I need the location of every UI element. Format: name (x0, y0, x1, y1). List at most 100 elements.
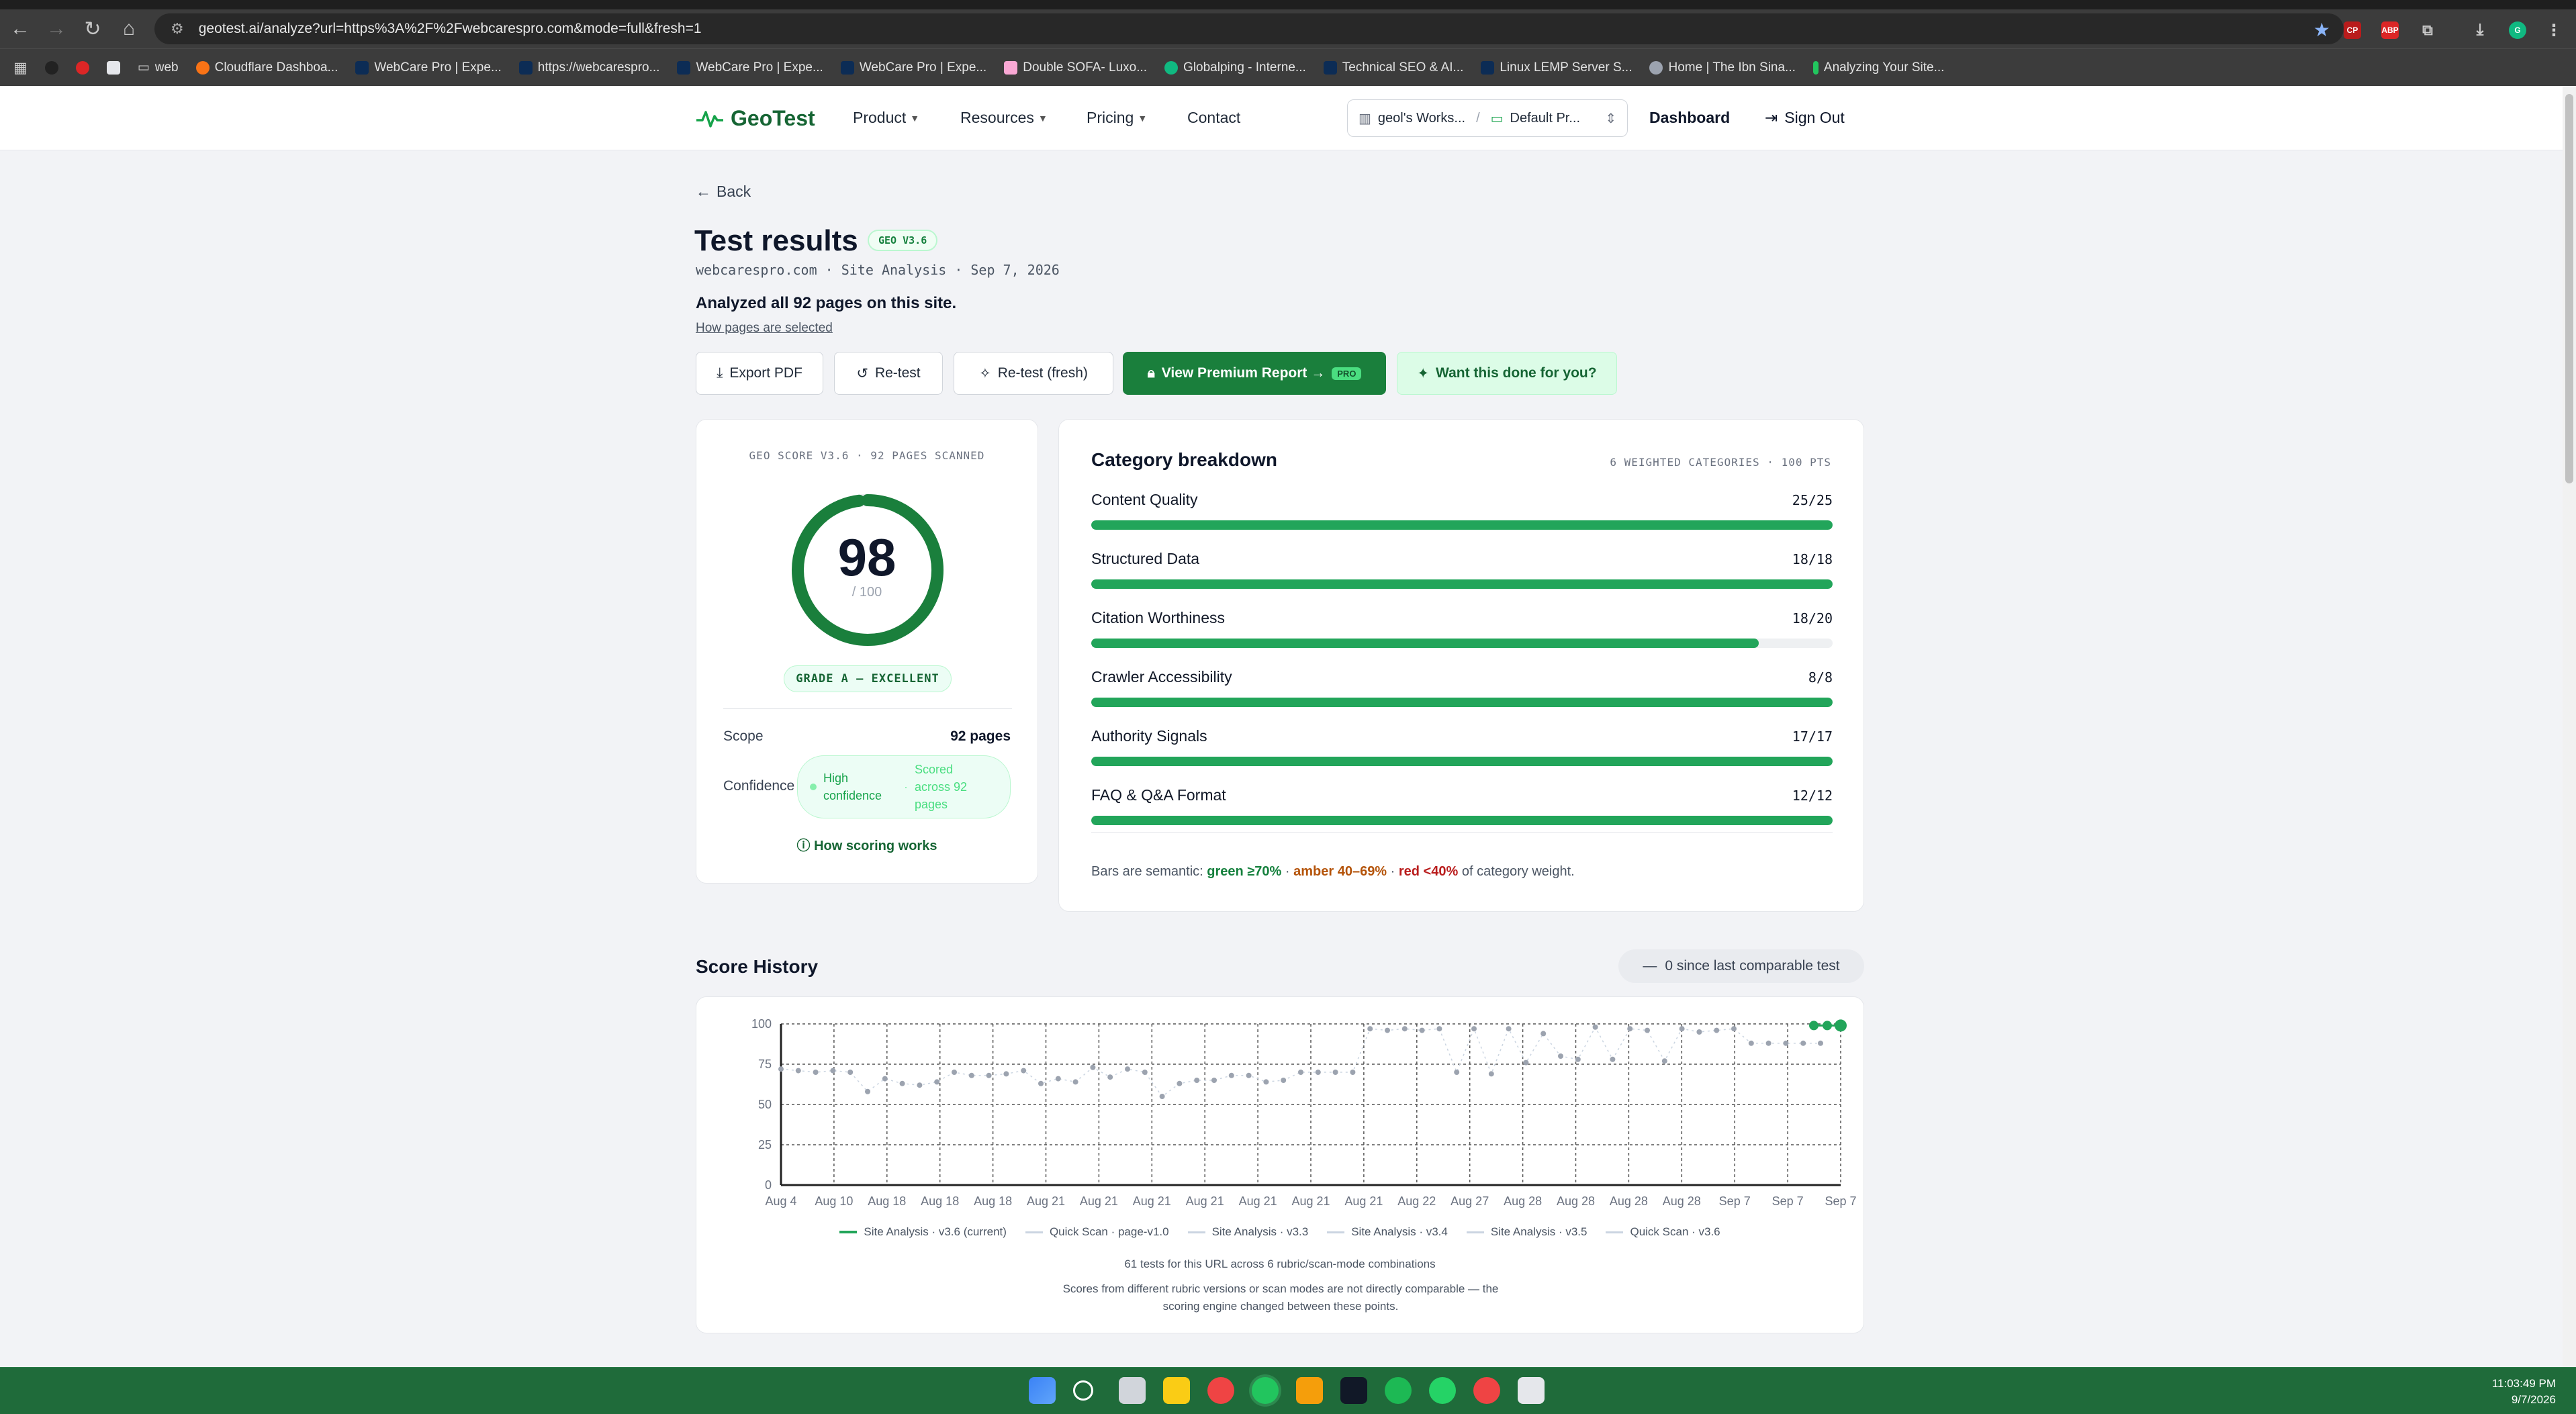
category-row: Structured Data 18/18 (1091, 550, 1833, 604)
category-score: 18/18 (1792, 551, 1833, 567)
bookmark-webcare-4[interactable]: WebCare Pro | Expe... (837, 54, 991, 81)
history-point (1194, 1078, 1200, 1083)
chart-legend: Site Analysis · v3.6 (current) Quick Scan… (696, 1225, 1864, 1239)
forward-arrow-icon[interactable]: → (40, 13, 73, 45)
category-row: Citation Worthiness 18/20 (1091, 609, 1833, 663)
export-pdf-button[interactable]: ⤓ Export PDF (696, 352, 823, 395)
task-view-icon[interactable] (1119, 1377, 1146, 1404)
page-scrollbar[interactable] (2563, 86, 2576, 1367)
back-link[interactable]: ← Back (696, 183, 751, 201)
folder-icon: ▭ (1490, 111, 1504, 126)
bar-semantics-note: Bars are semantic: green ≥70% · amber 40… (1091, 864, 1575, 879)
chrome-profile-icon[interactable] (1473, 1377, 1500, 1404)
pro-badge: PRO (1332, 367, 1362, 380)
legend-item[interactable]: Site Analysis · v3.6 (current) (839, 1225, 1007, 1239)
windows-start-icon[interactable] (1029, 1377, 1056, 1404)
legend-label: Quick Scan · page-v1.0 (1049, 1225, 1169, 1238)
nav-resources[interactable]: Resources ▼ (960, 109, 1048, 127)
whatsapp-icon[interactable] (1429, 1377, 1456, 1404)
scrollbar-thumb[interactable] (2565, 94, 2573, 483)
bookmark-globalping[interactable]: Globalping - Interne... (1160, 54, 1310, 81)
legend-item[interactable]: Site Analysis · v3.4 (1327, 1225, 1448, 1239)
profile-avatar-icon[interactable]: G (2509, 21, 2526, 39)
legend-item[interactable]: Quick Scan · page-v1.0 (1025, 1225, 1169, 1239)
bookmark-webcare-2[interactable]: https://webcarespro... (515, 54, 664, 81)
nav-pricing[interactable]: Pricing ▼ (1087, 109, 1147, 127)
bookmark-favicon-3[interactable] (103, 54, 124, 81)
chrome-active-icon[interactable] (1252, 1377, 1279, 1404)
category-bar-track (1091, 816, 1833, 825)
back-arrow-icon[interactable]: ← (4, 13, 36, 45)
extension-icon[interactable]: CP (2344, 21, 2361, 39)
bookmark-favicon-2[interactable] (72, 54, 93, 81)
status-dot (810, 784, 817, 790)
bookmark-double-sofa[interactable]: Double SOFA- Luxo... (1000, 54, 1151, 81)
notes-icon[interactable] (1518, 1377, 1545, 1404)
bookmark-ibn-sina[interactable]: Home | The Ibn Sina... (1645, 54, 1799, 81)
y-tick-label: 100 (751, 1017, 772, 1031)
bookmark-folder-web[interactable]: ▭ web (134, 54, 183, 81)
bookmark-cloudflare[interactable]: Cloudflare Dashboa... (192, 54, 342, 81)
extensions-puzzle-icon[interactable]: ⧉ (2419, 21, 2436, 39)
history-point (1246, 1072, 1252, 1078)
bookmark-technical-seo[interactable]: Technical SEO & AI... (1320, 54, 1468, 81)
bookmark-webcare-1[interactable]: WebCare Pro | Expe... (351, 54, 505, 81)
category-bar-track (1091, 579, 1833, 589)
how-pages-selected-link[interactable]: How pages are selected (696, 321, 833, 336)
adblock-icon[interactable]: ABP (2381, 21, 2399, 39)
history-point (1003, 1071, 1009, 1077)
chevron-updown-icon: ⇕ (1605, 111, 1616, 126)
category-bar-fill (1091, 639, 1759, 648)
history-point (1765, 1040, 1772, 1046)
workspace-switcher[interactable]: ▥ geol's Works... / ▭ Default Pr... ⇕ (1347, 99, 1628, 137)
page-title: Test results (694, 224, 858, 257)
x-tick-label: Aug 28 (1504, 1194, 1542, 1208)
bookmark-analyzing-site[interactable]: Analyzing Your Site... (1809, 54, 1949, 81)
bookmark-webcare-3[interactable]: WebCare Pro | Expe... (673, 54, 827, 81)
app-icon[interactable] (1296, 1377, 1323, 1404)
history-point (847, 1070, 854, 1075)
category-row: Authority Signals 17/17 (1091, 727, 1833, 781)
legend-item[interactable]: Quick Scan · v3.6 (1606, 1225, 1720, 1239)
history-point (1592, 1024, 1598, 1030)
done-for-you-button[interactable]: ✦ Want this done for you? (1397, 352, 1617, 395)
dashboard-link[interactable]: Dashboard (1649, 109, 1730, 127)
x-tick-label: Aug 21 (1186, 1194, 1224, 1208)
bookmark-favicon-1[interactable] (41, 54, 62, 81)
system-clock[interactable]: 11:03:49 PM 9/7/2026 (2492, 1376, 2556, 1408)
terminal-icon[interactable] (1340, 1377, 1367, 1404)
view-premium-report-button[interactable]: 🔒︎ View Premium Report → PRO (1123, 352, 1386, 395)
retest-fresh-button[interactable]: ✧ Re-test (fresh) (954, 352, 1113, 395)
nav-contact[interactable]: Contact (1187, 109, 1240, 127)
chrome-icon[interactable] (1207, 1377, 1234, 1404)
address-bar[interactable]: ⚙ geotest.ai/analyze?url=https%3A%2F%2Fw… (154, 13, 2344, 44)
menu-kebab-icon[interactable]: ⋮ (2545, 21, 2563, 40)
how-scoring-works-link[interactable]: ⓘ How scoring works (696, 835, 1038, 854)
legend-item[interactable]: Site Analysis · v3.3 (1187, 1225, 1308, 1239)
bookmark-linux-lemp[interactable]: Linux LEMP Server S... (1477, 54, 1636, 81)
apps-grid-icon[interactable]: ▦ (9, 54, 32, 81)
site-info-icon[interactable]: ⚙ (171, 20, 184, 38)
geotest-logo[interactable]: GeoTest (696, 106, 815, 131)
download-icon[interactable]: ⤓ (2471, 21, 2489, 39)
test-meta: webcarespro.com · Site Analysis · Sep 7,… (696, 262, 1060, 278)
category-score: 18/20 (1792, 610, 1833, 626)
file-explorer-icon[interactable] (1163, 1377, 1190, 1404)
search-icon[interactable] (1073, 1380, 1093, 1401)
legend-swatch (1187, 1231, 1205, 1233)
reload-icon[interactable]: ↻ (77, 13, 109, 45)
history-point (1506, 1026, 1512, 1032)
spotify-icon[interactable] (1385, 1377, 1412, 1404)
category-name: Authority Signals (1091, 727, 1207, 745)
x-tick-label: Aug 27 (1451, 1194, 1489, 1208)
history-point (1090, 1064, 1096, 1070)
history-point (830, 1068, 836, 1074)
legend-item[interactable]: Site Analysis · v3.5 (1466, 1225, 1587, 1239)
nav-product[interactable]: Product ▼ (853, 109, 919, 127)
bookmark-star-icon[interactable]: ★ (2313, 19, 2330, 41)
sign-out-button[interactable]: ⇥ Sign Out (1765, 109, 1845, 127)
x-tick-label: Aug 28 (1610, 1194, 1648, 1208)
windows-taskbar: 11:03:49 PM 9/7/2026 (0, 1367, 2576, 1414)
retest-button[interactable]: ↺ Re-test (834, 352, 943, 395)
home-icon[interactable]: ⌂ (113, 13, 145, 45)
